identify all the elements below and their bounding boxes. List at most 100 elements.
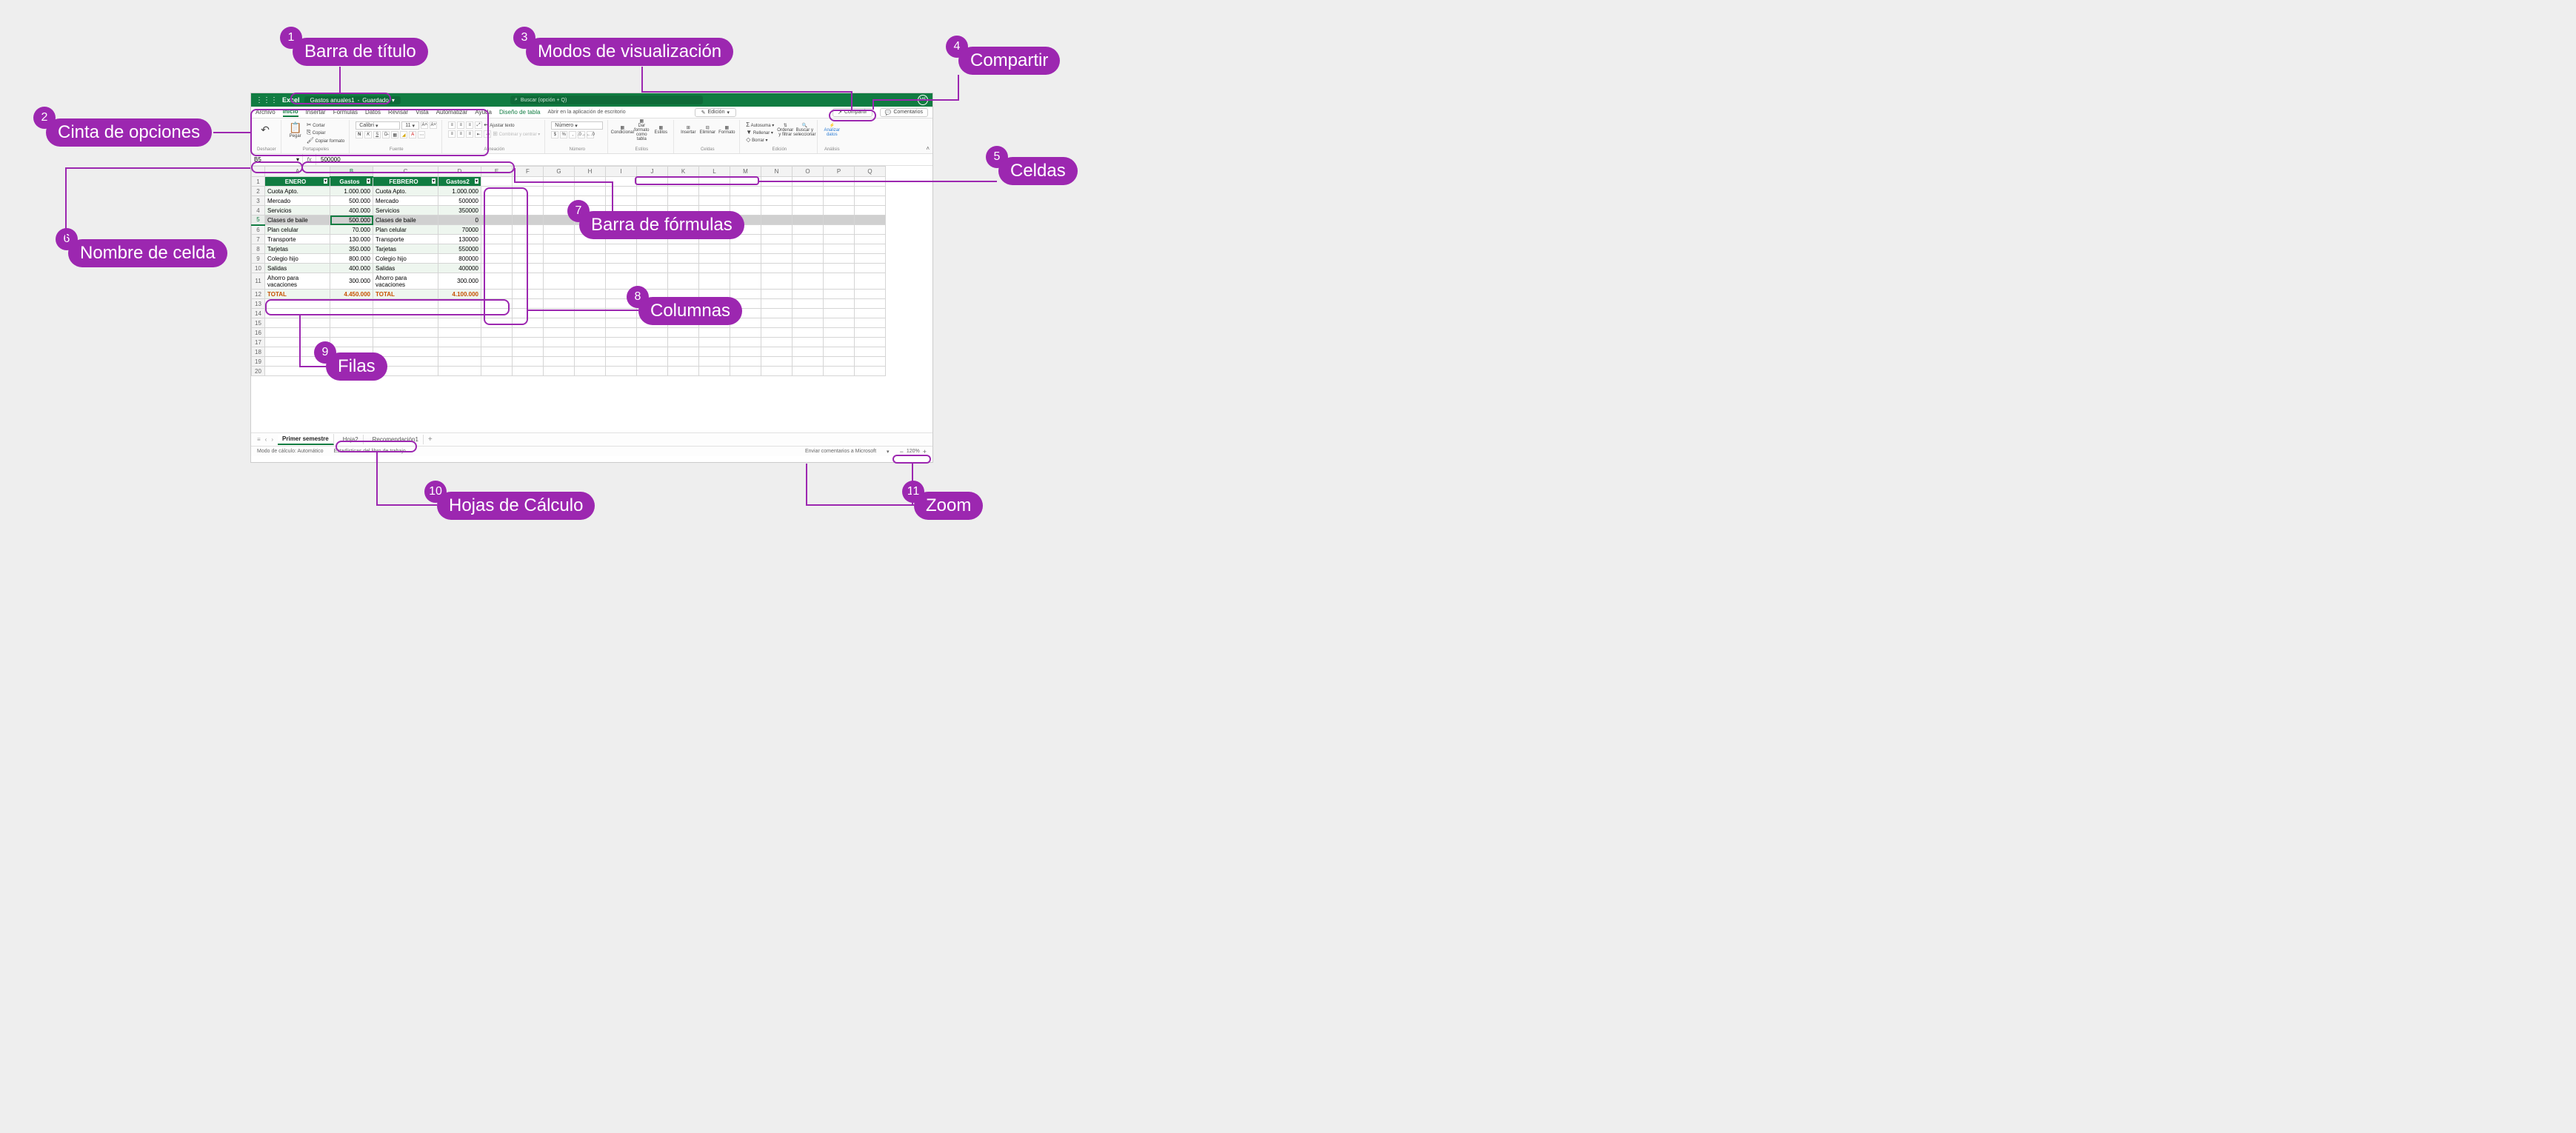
cell[interactable] (793, 254, 824, 264)
cell[interactable] (855, 177, 886, 187)
tab-datos[interactable]: Datos (365, 109, 381, 116)
cell[interactable] (606, 264, 637, 273)
table-header-cell[interactable]: FEBRERO▾ (373, 177, 438, 187)
column-header[interactable]: P (824, 167, 855, 177)
cell[interactable] (513, 290, 544, 299)
column-header[interactable]: M (730, 167, 761, 177)
cell[interactable] (730, 254, 761, 264)
name-box[interactable]: B5 ▾ (251, 154, 303, 165)
cell[interactable] (544, 187, 575, 196)
cell[interactable] (824, 225, 855, 235)
fill-color-button[interactable]: ◢ (400, 131, 407, 138)
cell[interactable] (265, 367, 330, 376)
cell[interactable] (544, 347, 575, 357)
cell-styles-button[interactable]: ▦Estilos (653, 121, 669, 138)
cell[interactable] (793, 244, 824, 254)
cell[interactable] (824, 367, 855, 376)
cell[interactable] (824, 290, 855, 299)
cell[interactable] (513, 177, 544, 187)
cell[interactable] (824, 347, 855, 357)
cell[interactable] (730, 338, 761, 347)
align-right-icon[interactable]: ≡ (466, 130, 473, 138)
cell[interactable] (513, 299, 544, 309)
column-header[interactable]: F (513, 167, 544, 177)
cell[interactable] (668, 357, 699, 367)
cell[interactable]: 500000 (438, 196, 481, 206)
cell[interactable] (855, 254, 886, 264)
table-header-cell[interactable]: ENERO▾ (265, 177, 330, 187)
cell[interactable] (513, 254, 544, 264)
cell[interactable]: 300.000 (438, 273, 481, 290)
cell[interactable] (668, 347, 699, 357)
cell[interactable] (438, 309, 481, 318)
align-mid-icon[interactable]: ≡ (457, 121, 464, 129)
cell[interactable] (761, 290, 793, 299)
analyze-button[interactable]: ⚡Analizar datos (824, 121, 840, 138)
share-button[interactable]: ↗ Compartir (832, 108, 872, 117)
cell[interactable] (481, 196, 513, 206)
cell[interactable] (481, 235, 513, 244)
cell[interactable] (513, 338, 544, 347)
row-header[interactable]: 16 (252, 328, 265, 338)
cell[interactable] (761, 187, 793, 196)
cell[interactable]: 800000 (438, 254, 481, 264)
cell[interactable] (699, 196, 730, 206)
cell[interactable] (575, 299, 606, 309)
cell[interactable]: 130000 (438, 235, 481, 244)
cell[interactable] (606, 318, 637, 328)
paste-button[interactable]: 📋Pegar (287, 121, 304, 138)
border-button[interactable]: ▦ (391, 131, 398, 138)
fx-icon[interactable]: fx (303, 154, 316, 165)
cell[interactable] (606, 196, 637, 206)
cell[interactable] (730, 273, 761, 290)
cell[interactable] (481, 328, 513, 338)
cell[interactable] (637, 338, 668, 347)
dec-dec-icon[interactable]: ←.0 (587, 131, 594, 138)
underline-button[interactable]: S (373, 131, 381, 138)
tab-ayuda[interactable]: Ayuda (475, 109, 492, 116)
tab-diseno-tabla[interactable]: Diseño de tabla (499, 109, 541, 116)
cell[interactable] (513, 215, 544, 225)
cell[interactable] (544, 299, 575, 309)
cell[interactable] (668, 196, 699, 206)
cell[interactable] (761, 254, 793, 264)
cell[interactable] (793, 318, 824, 328)
table-header-cell[interactable]: Gastos▾ (330, 177, 373, 187)
cell[interactable] (668, 177, 699, 187)
format-table-button[interactable]: ▦Dar formato como tabla (633, 121, 650, 138)
cell[interactable] (855, 225, 886, 235)
cell[interactable]: Mercado (265, 196, 330, 206)
cell[interactable] (699, 273, 730, 290)
cell[interactable] (438, 367, 481, 376)
add-sheet-button[interactable]: + (428, 435, 433, 444)
more-font-icon[interactable]: ⋯ (418, 131, 425, 138)
cell[interactable] (668, 244, 699, 254)
cell[interactable]: 400000 (438, 264, 481, 273)
cell[interactable] (793, 290, 824, 299)
cell[interactable]: 800.000 (330, 254, 373, 264)
cell[interactable] (855, 328, 886, 338)
cell[interactable]: 550000 (438, 244, 481, 254)
cell[interactable] (481, 177, 513, 187)
column-header[interactable]: A (265, 167, 330, 177)
indent-dec-icon[interactable]: ⇤ (475, 130, 482, 138)
cell[interactable] (481, 254, 513, 264)
cell[interactable] (761, 264, 793, 273)
cell[interactable]: Clases de baile (373, 215, 438, 225)
cell[interactable] (481, 347, 513, 357)
cell[interactable] (668, 273, 699, 290)
cell[interactable] (544, 273, 575, 290)
cell[interactable] (438, 338, 481, 347)
cell[interactable] (730, 367, 761, 376)
cell[interactable]: 350.000 (330, 244, 373, 254)
cell[interactable] (544, 177, 575, 187)
cell[interactable] (793, 338, 824, 347)
workbook-stats-label[interactable]: Estadísticas del libro de trabajo (334, 449, 406, 454)
cell[interactable] (513, 244, 544, 254)
cell[interactable]: Transporte (373, 235, 438, 244)
cell[interactable] (575, 187, 606, 196)
align-top-icon[interactable]: ≡ (448, 121, 456, 129)
cell[interactable]: 130.000 (330, 235, 373, 244)
row-header[interactable]: 9 (252, 254, 265, 264)
cell[interactable] (606, 328, 637, 338)
